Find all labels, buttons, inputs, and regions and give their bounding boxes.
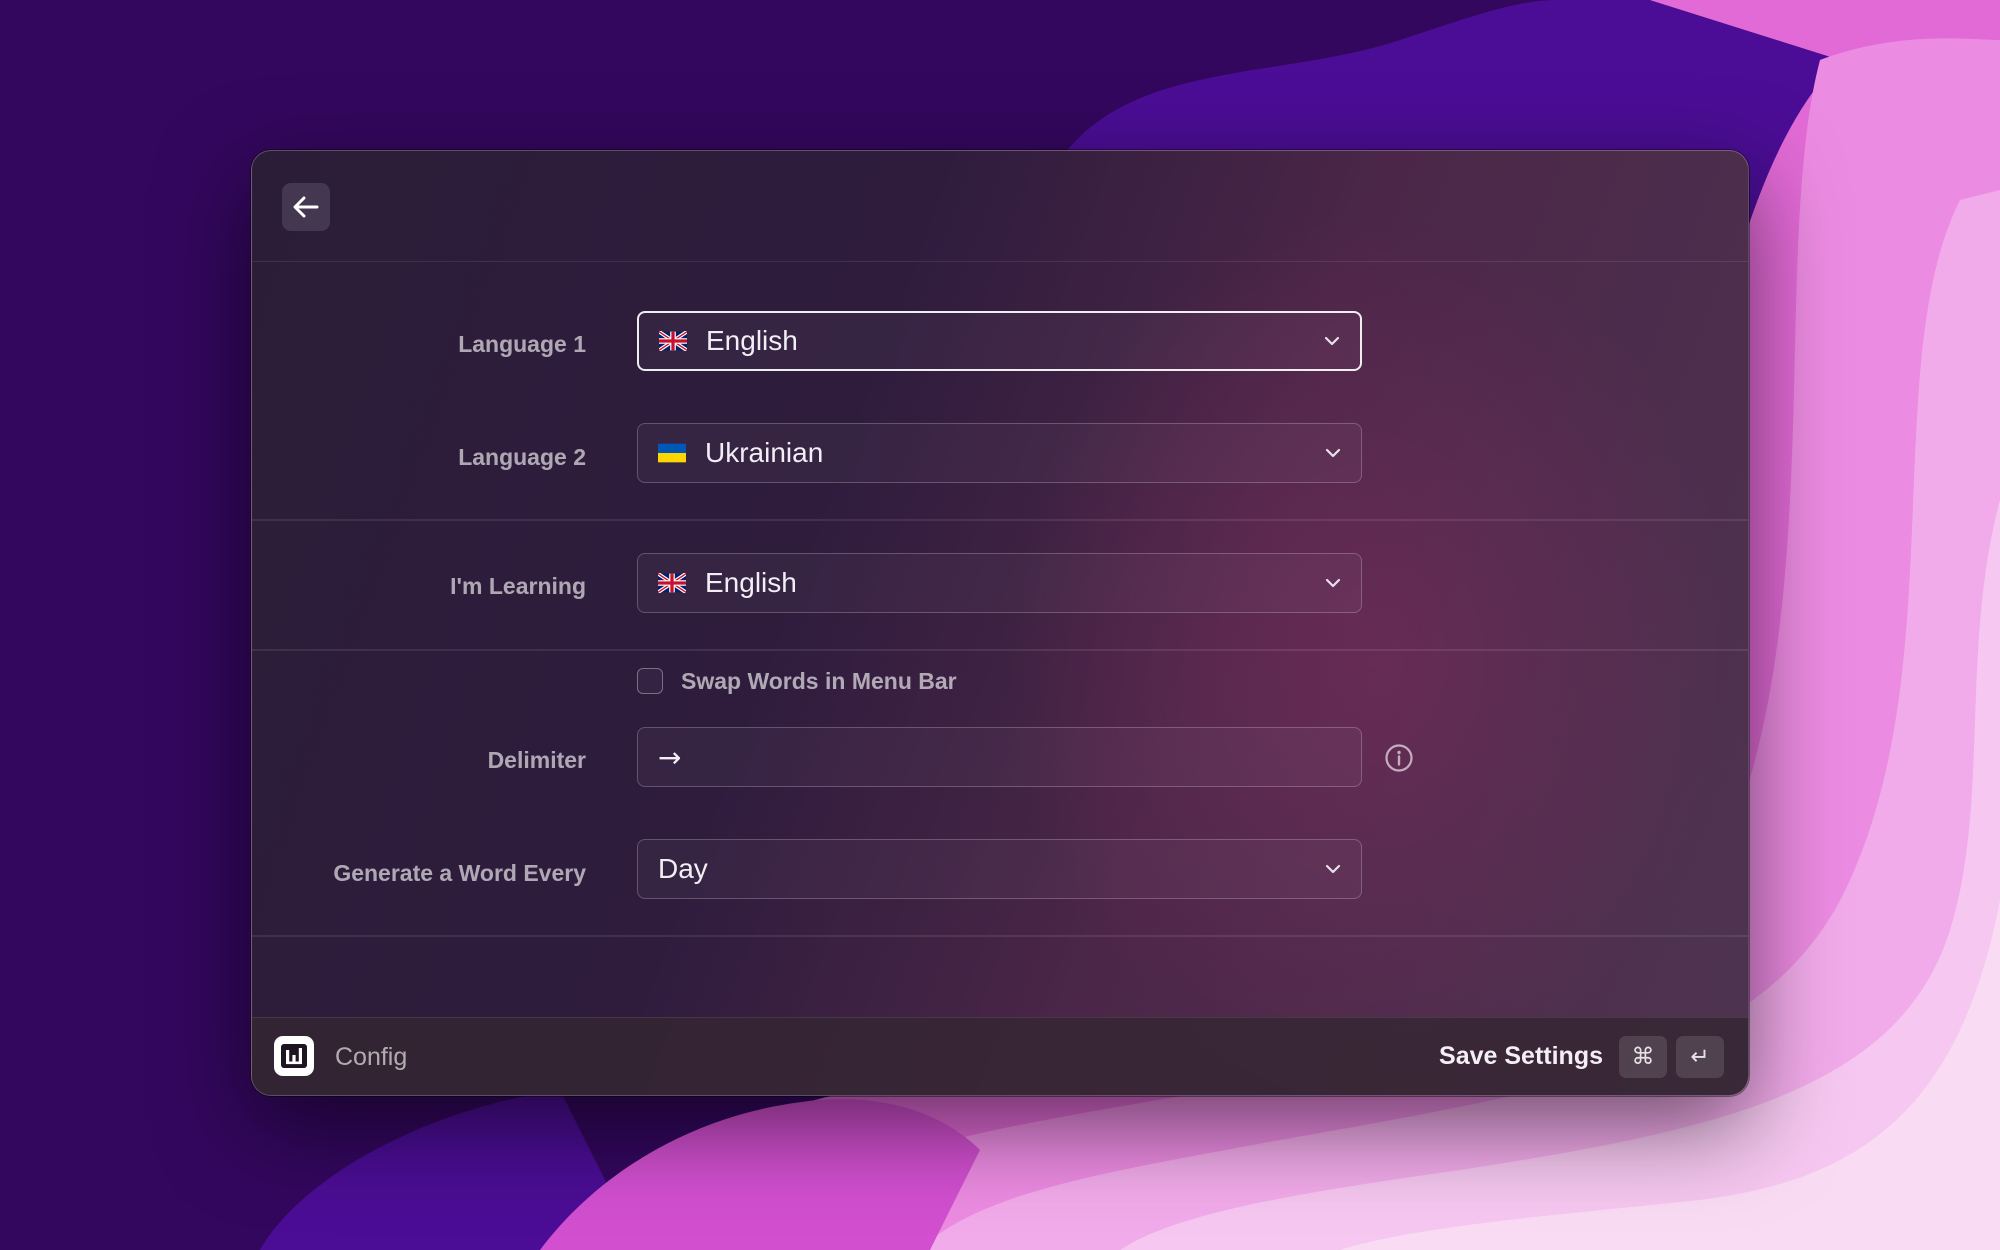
language1-value: English: [706, 325, 798, 356]
swap-words-checkbox[interactable]: [637, 668, 663, 694]
footer-title: Config: [335, 1043, 408, 1071]
learning-value: English: [705, 567, 797, 598]
learning-select[interactable]: English: [637, 553, 1362, 613]
save-settings-button[interactable]: Save Settings: [1439, 1042, 1603, 1071]
delimiter-input[interactable]: →: [637, 727, 1362, 787]
app-logo-icon: [274, 1036, 314, 1076]
language1-select[interactable]: English: [637, 311, 1362, 371]
section-divider: [252, 649, 1748, 651]
frequency-value: Day: [658, 853, 708, 884]
info-icon[interactable]: [1384, 743, 1414, 773]
command-key-icon: ⌘: [1619, 1036, 1667, 1078]
section-divider: [252, 519, 1748, 521]
swap-words-label[interactable]: Swap Words in Menu Bar: [681, 668, 957, 695]
ua-flag-icon: [658, 443, 686, 463]
back-button[interactable]: [282, 183, 330, 231]
language1-label: Language 1: [458, 331, 586, 357]
footer-bar: Config Save Settings ⌘ ↵: [252, 1017, 1748, 1095]
gb-flag-icon: [659, 331, 687, 351]
chevron-down-icon: [1325, 448, 1341, 458]
title-bar: [252, 151, 1748, 262]
delimiter-label: Delimiter: [487, 747, 586, 773]
chevron-down-icon: [1325, 864, 1341, 874]
return-key-icon: ↵: [1676, 1036, 1724, 1078]
section-divider: [252, 935, 1748, 937]
language2-select[interactable]: Ukrainian: [637, 423, 1362, 483]
chevron-down-icon: [1325, 578, 1341, 588]
frequency-label: Generate a Word Every: [333, 860, 586, 886]
language2-value: Ukrainian: [705, 437, 824, 468]
language2-label: Language 2: [458, 444, 586, 470]
delimiter-value: →: [658, 740, 682, 774]
frequency-select[interactable]: Day: [637, 839, 1362, 899]
arrow-left-icon: [293, 196, 319, 218]
learning-label: I'm Learning: [450, 573, 586, 599]
gb-flag-icon: [658, 573, 686, 593]
chevron-down-icon: [1324, 336, 1340, 346]
config-window: Language 1 English Language 2 Ukrainian …: [251, 150, 1749, 1096]
